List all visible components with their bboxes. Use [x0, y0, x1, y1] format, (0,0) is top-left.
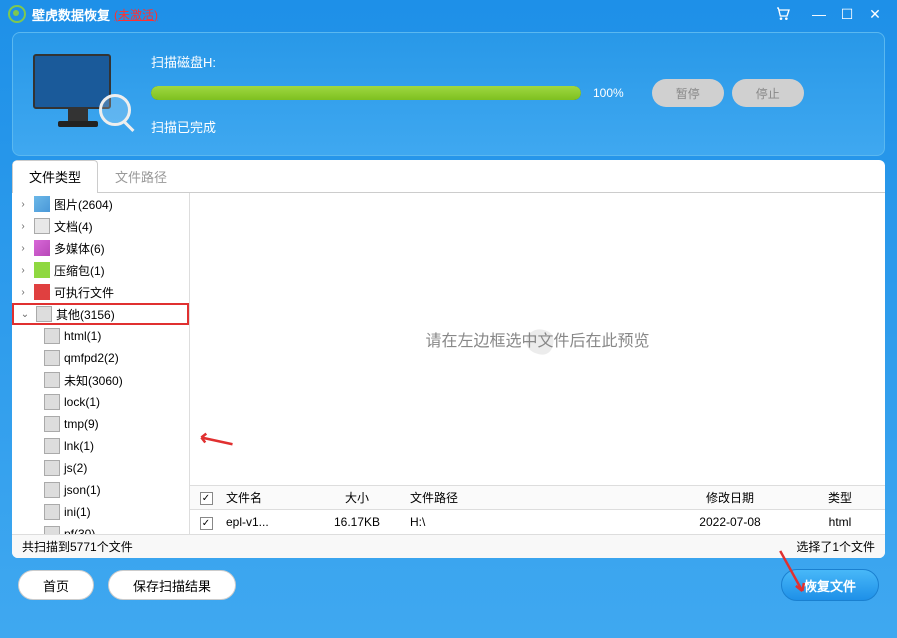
other-icon — [36, 306, 52, 322]
expand-icon[interactable]: › — [16, 287, 30, 298]
tree-sub-unknown[interactable]: 未知(3060) — [12, 369, 189, 391]
archive-icon — [34, 262, 50, 278]
file-icon — [44, 526, 60, 534]
file-icon — [44, 482, 60, 498]
file-table: ✓ 文件名 大小 文件路径 修改日期 类型 ✓ epl-v1... 16.17K… — [190, 485, 885, 534]
collapse-icon[interactable]: ⌄ — [18, 309, 32, 320]
tree-item-zip[interactable]: › 压缩包(1) — [12, 259, 189, 281]
col-header-size[interactable]: 大小 — [312, 489, 402, 506]
unactivated-link[interactable]: (未激活) — [114, 6, 158, 23]
scan-target-label: 扫描磁盘H: — [151, 52, 864, 71]
cell-size: 16.17KB — [312, 515, 402, 529]
tree-sub-tmp[interactable]: tmp(9) — [12, 413, 189, 435]
col-header-path[interactable]: 文件路径 — [402, 489, 665, 506]
expand-icon[interactable]: › — [16, 265, 30, 276]
tree-sub-ini[interactable]: ini(1) — [12, 501, 189, 523]
tree-item-docs[interactable]: › 文档(4) — [12, 215, 189, 237]
tree-sub-json[interactable]: json(1) — [12, 479, 189, 501]
recover-button[interactable]: 恢复文件 — [781, 569, 879, 601]
table-row[interactable]: ✓ epl-v1... 16.17KB H:\ 2022-07-08 html — [190, 510, 885, 534]
selected-count: 选择了1个文件 — [796, 538, 875, 555]
cell-type: html — [795, 515, 885, 529]
gecko-watermark-icon — [508, 309, 568, 369]
tree-item-exe[interactable]: › 可执行文件 — [12, 281, 189, 303]
progress-bar — [151, 86, 581, 100]
tree-sub-lnk[interactable]: lnk(1) — [12, 435, 189, 457]
file-icon — [44, 416, 60, 432]
col-header-date[interactable]: 修改日期 — [665, 489, 795, 506]
home-button[interactable]: 首页 — [18, 570, 94, 600]
col-header-type[interactable]: 类型 — [795, 489, 885, 506]
file-icon — [44, 504, 60, 520]
select-all-checkbox[interactable]: ✓ — [200, 492, 213, 505]
file-icon — [44, 328, 60, 344]
tabs: 文件类型 文件路径 — [12, 160, 885, 193]
minimize-button[interactable]: — — [809, 6, 829, 22]
col-header-name[interactable]: 文件名 — [222, 489, 312, 506]
save-result-button[interactable]: 保存扫描结果 — [108, 570, 236, 600]
tree-item-images[interactable]: › 图片(2604) — [12, 193, 189, 215]
stop-button[interactable]: 停止 — [732, 79, 804, 107]
cell-date: 2022-07-08 — [665, 515, 795, 529]
scan-status: 扫描已完成 — [151, 117, 864, 136]
media-icon — [34, 240, 50, 256]
maximize-button[interactable]: ☐ — [837, 6, 857, 23]
titlebar: 壁虎数据恢复 (未激活) — ☐ ✕ — [0, 0, 897, 28]
tree-item-media[interactable]: › 多媒体(6) — [12, 237, 189, 259]
document-icon — [34, 218, 50, 234]
status-bar: 共扫描到5771个文件 选择了1个文件 — [12, 534, 885, 558]
expand-icon[interactable]: › — [16, 243, 30, 254]
cart-icon[interactable] — [773, 6, 793, 22]
cell-path: H:\ — [402, 515, 665, 529]
expand-icon[interactable]: › — [16, 221, 30, 232]
executable-icon — [34, 284, 50, 300]
image-icon — [34, 196, 50, 212]
file-icon — [44, 394, 60, 410]
tree-sub-js[interactable]: js(2) — [12, 457, 189, 479]
pause-button[interactable]: 暂停 — [652, 79, 724, 107]
tab-file-type[interactable]: 文件类型 — [12, 160, 98, 193]
tree-sub-html[interactable]: html(1) — [12, 325, 189, 347]
table-header: ✓ 文件名 大小 文件路径 修改日期 类型 — [190, 486, 885, 510]
app-title: 壁虎数据恢复 — [32, 5, 110, 24]
preview-area: 请在左边框选中文件后在此预览 — [190, 193, 885, 485]
main-content: 文件类型 文件路径 › 图片(2604) › 文档(4) › 多媒体(6) › — [12, 160, 885, 558]
progress-percent: 100% — [593, 86, 624, 100]
tree-sub-qmfpd2[interactable]: qmfpd2(2) — [12, 347, 189, 369]
scanned-count: 共扫描到5771个文件 — [22, 538, 133, 555]
cell-name: epl-v1... — [222, 515, 312, 529]
app-logo-icon — [8, 5, 26, 23]
bottom-bar: 首页 保存扫描结果 恢复文件 — [0, 560, 897, 610]
file-icon — [44, 460, 60, 476]
file-icon — [44, 438, 60, 454]
progress-panel: 扫描磁盘H: 100% 暂停 停止 扫描已完成 — [12, 32, 885, 156]
file-icon — [44, 372, 60, 388]
tab-file-path[interactable]: 文件路径 — [98, 160, 184, 192]
tree-sub-lock[interactable]: lock(1) — [12, 391, 189, 413]
tree-sub-pf[interactable]: pf(30) — [12, 523, 189, 534]
close-button[interactable]: ✕ — [865, 6, 885, 23]
file-icon — [44, 350, 60, 366]
expand-icon[interactable]: › — [16, 199, 30, 210]
tree-item-other[interactable]: ⌄ 其他(3156) — [12, 303, 189, 325]
monitor-scan-icon — [33, 54, 123, 134]
tree-panel[interactable]: › 图片(2604) › 文档(4) › 多媒体(6) › 压缩包(1) › — [12, 193, 190, 534]
row-checkbox[interactable]: ✓ — [200, 517, 213, 530]
